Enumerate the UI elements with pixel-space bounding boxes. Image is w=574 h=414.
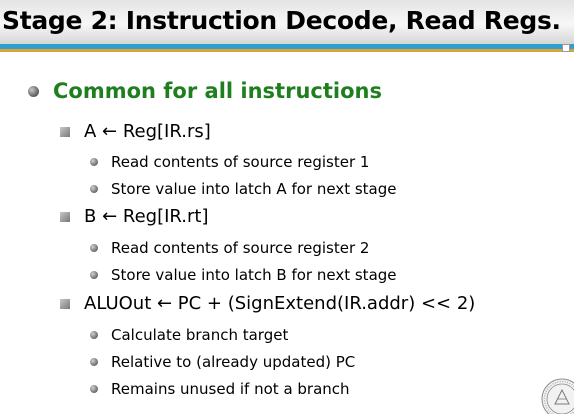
small-round-bullet-icon — [90, 244, 98, 252]
sub-list-item: Store value into latch A for next stage — [90, 180, 396, 198]
sub-list-item: Remains unused if not a branch — [90, 380, 350, 398]
list-item: B ← Reg[IR.rt] — [60, 206, 208, 227]
sub-list-item-text: Read contents of source register 1 — [111, 153, 370, 171]
square-bullet-icon — [60, 211, 70, 222]
list-item: ALUOut ← PC + (SignExtend(IR.addr) << 2) — [60, 293, 475, 314]
corner-square-icon — [562, 44, 570, 52]
list-item-text: B ← Reg[IR.rt] — [84, 206, 209, 227]
sub-list-item-text: Store value into latch A for next stage — [111, 180, 397, 198]
sub-list-item: Calculate branch target — [90, 326, 288, 344]
square-bullet-icon — [60, 126, 70, 137]
small-round-bullet-icon — [90, 385, 98, 393]
list-item-text: A ← Reg[IR.rs] — [84, 121, 211, 142]
sub-list-item: Relative to (already updated) PC — [90, 353, 355, 371]
sub-list-item: Read contents of source register 2 — [90, 239, 369, 257]
small-round-bullet-icon — [90, 358, 98, 366]
round-bullet-icon — [28, 85, 39, 97]
heading-bullet-item: Common for all instructions — [28, 79, 382, 103]
small-round-bullet-icon — [90, 158, 98, 166]
small-round-bullet-icon — [90, 331, 98, 339]
small-round-bullet-icon — [90, 271, 98, 279]
sub-list-item-text: Calculate branch target — [111, 326, 289, 344]
section-heading: Common for all instructions — [53, 79, 382, 103]
university-seal-icon — [541, 378, 574, 414]
square-bullet-icon — [60, 298, 70, 309]
sub-list-item-text: Relative to (already updated) PC — [111, 353, 356, 371]
slide: Stage 2: Instruction Decode, Read Regs. … — [0, 0, 574, 414]
sub-list-item-text: Read contents of source register 2 — [111, 239, 370, 257]
sub-list-item-text: Remains unused if not a branch — [111, 380, 350, 398]
list-item: A ← Reg[IR.rs] — [60, 121, 211, 142]
small-round-bullet-icon — [90, 185, 98, 193]
title-rule-accent — [0, 49, 574, 52]
title-bar: Stage 2: Instruction Decode, Read Regs. — [0, 0, 574, 44]
sub-list-item: Read contents of source register 1 — [90, 153, 369, 171]
slide-title: Stage 2: Instruction Decode, Read Regs. — [2, 6, 561, 35]
sub-list-item-text: Store value into latch B for next stage — [111, 266, 397, 284]
sub-list-item: Store value into latch B for next stage — [90, 266, 397, 284]
list-item-text: ALUOut ← PC + (SignExtend(IR.addr) << 2) — [84, 293, 476, 314]
